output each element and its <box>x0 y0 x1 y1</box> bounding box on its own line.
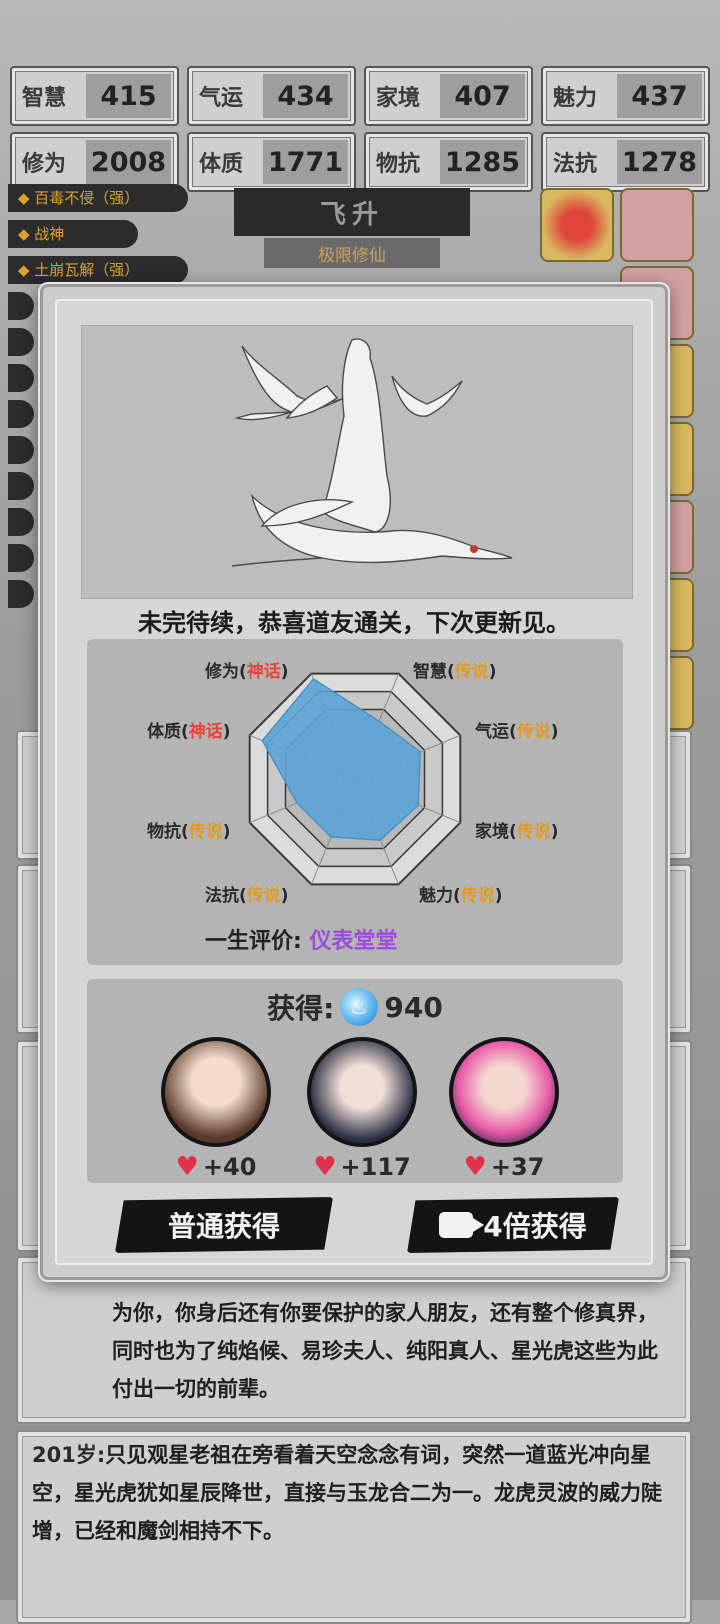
cranes-and-immortal-illustration <box>231 338 513 567</box>
radar-label-quality: 传说 <box>460 886 495 906</box>
heart-icon: ♥ <box>175 1152 199 1182</box>
companion-portrait-avatar <box>161 1037 271 1147</box>
evaluation-label: 一生评价: <box>205 929 302 954</box>
normal-claim-button[interactable]: 普通获得 <box>115 1197 333 1253</box>
radar-label-name: 气运 <box>475 722 509 742</box>
radar-label-name: 智慧 <box>413 662 447 682</box>
radar-label-quality: 传说 <box>516 822 551 842</box>
completion-message: 未完待续，恭喜道友通关，下次更新见。 <box>138 609 570 637</box>
attribute-radar-panel: 修为(神话) 智慧(传说) 气运(传说) 家境(传说) 魅力(传说) 法抗(传说… <box>87 639 623 965</box>
heart-icon: ♥ <box>463 1152 487 1182</box>
radar-label-family: 家境(传说) <box>475 822 559 842</box>
radar-label-quality: 传说 <box>246 886 281 906</box>
radar-label-cultivation: 修为(神话) <box>205 662 289 682</box>
reward-amount: 940 <box>384 990 443 1024</box>
radar-label-quality: 神话 <box>188 722 223 742</box>
radar-label-name: 体质 <box>147 722 181 742</box>
normal-claim-label: 普通获得 <box>167 1210 280 1243</box>
reward-header: 获得: ♨ 940 <box>87 987 623 1027</box>
affection-value: +40 <box>202 1153 257 1181</box>
life-evaluation: 一生评价: 仪表堂堂 <box>205 923 398 955</box>
radar-label-wisdom: 智慧(传说) <box>413 662 497 682</box>
crane-crest-icon <box>470 545 478 553</box>
attribute-radar-chart <box>248 672 462 886</box>
heart-icon: ♥ <box>313 1152 337 1182</box>
affection-gain: ♥ +40 <box>161 1153 271 1181</box>
companion-reward: ♥ +40 <box>161 1037 271 1181</box>
companion-portrait-avatar <box>449 1037 559 1147</box>
reward-panel: 获得: ♨ 940 ♥ +40 ♥ +117 ♥ +37 <box>87 979 623 1183</box>
affection-value: +37 <box>490 1153 545 1181</box>
radar-label-name: 家境 <box>475 822 509 842</box>
affection-value: +117 <box>340 1153 411 1181</box>
ascension-illustration <box>81 325 633 599</box>
reward-label: 获得: <box>267 992 335 1025</box>
radar-label-name: 魅力 <box>419 886 453 906</box>
video-camera-icon <box>439 1212 485 1238</box>
radar-label-charm: 魅力(传说) <box>419 886 503 906</box>
radar-label-phys-resist: 物抗(传说) <box>147 822 231 842</box>
radar-label-physique: 体质(神话) <box>147 722 231 742</box>
radar-label-quality: 传说 <box>188 822 223 842</box>
radar-label-quality: 神话 <box>246 662 281 682</box>
companion-reward: ♥ +37 <box>449 1037 559 1181</box>
radar-label-luck: 气运(传说) <box>475 722 559 742</box>
companion-reward: ♥ +117 <box>307 1037 417 1181</box>
evaluation-value: 仪表堂堂 <box>309 929 398 954</box>
video-4x-claim-button[interactable]: 4倍获得 <box>407 1197 619 1253</box>
radar-label-quality: 传说 <box>516 722 551 742</box>
radar-label-name: 法抗 <box>205 886 239 906</box>
dialog-frame: 未完待续，恭喜道友通关，下次更新见。 修为(神话) 智慧(传说) 气运(传说) … <box>55 299 653 1265</box>
radar-label-magic-resist: 法抗(传说) <box>205 886 289 906</box>
radar-label-name: 物抗 <box>147 822 181 842</box>
radar-label-quality: 传说 <box>454 662 489 682</box>
radar-label-name: 修为 <box>205 662 239 682</box>
affection-gain: ♥ +117 <box>307 1153 417 1181</box>
ascension-result-dialog: 未完待续，恭喜道友通关，下次更新见。 修为(神话) 智慧(传说) 气运(传说) … <box>40 284 668 1280</box>
video-claim-label: 4倍获得 <box>483 1210 587 1243</box>
affection-gain: ♥ +37 <box>449 1153 559 1181</box>
spirit-flame-icon: ♨ <box>340 988 379 1026</box>
companion-portrait-avatar <box>307 1037 417 1147</box>
